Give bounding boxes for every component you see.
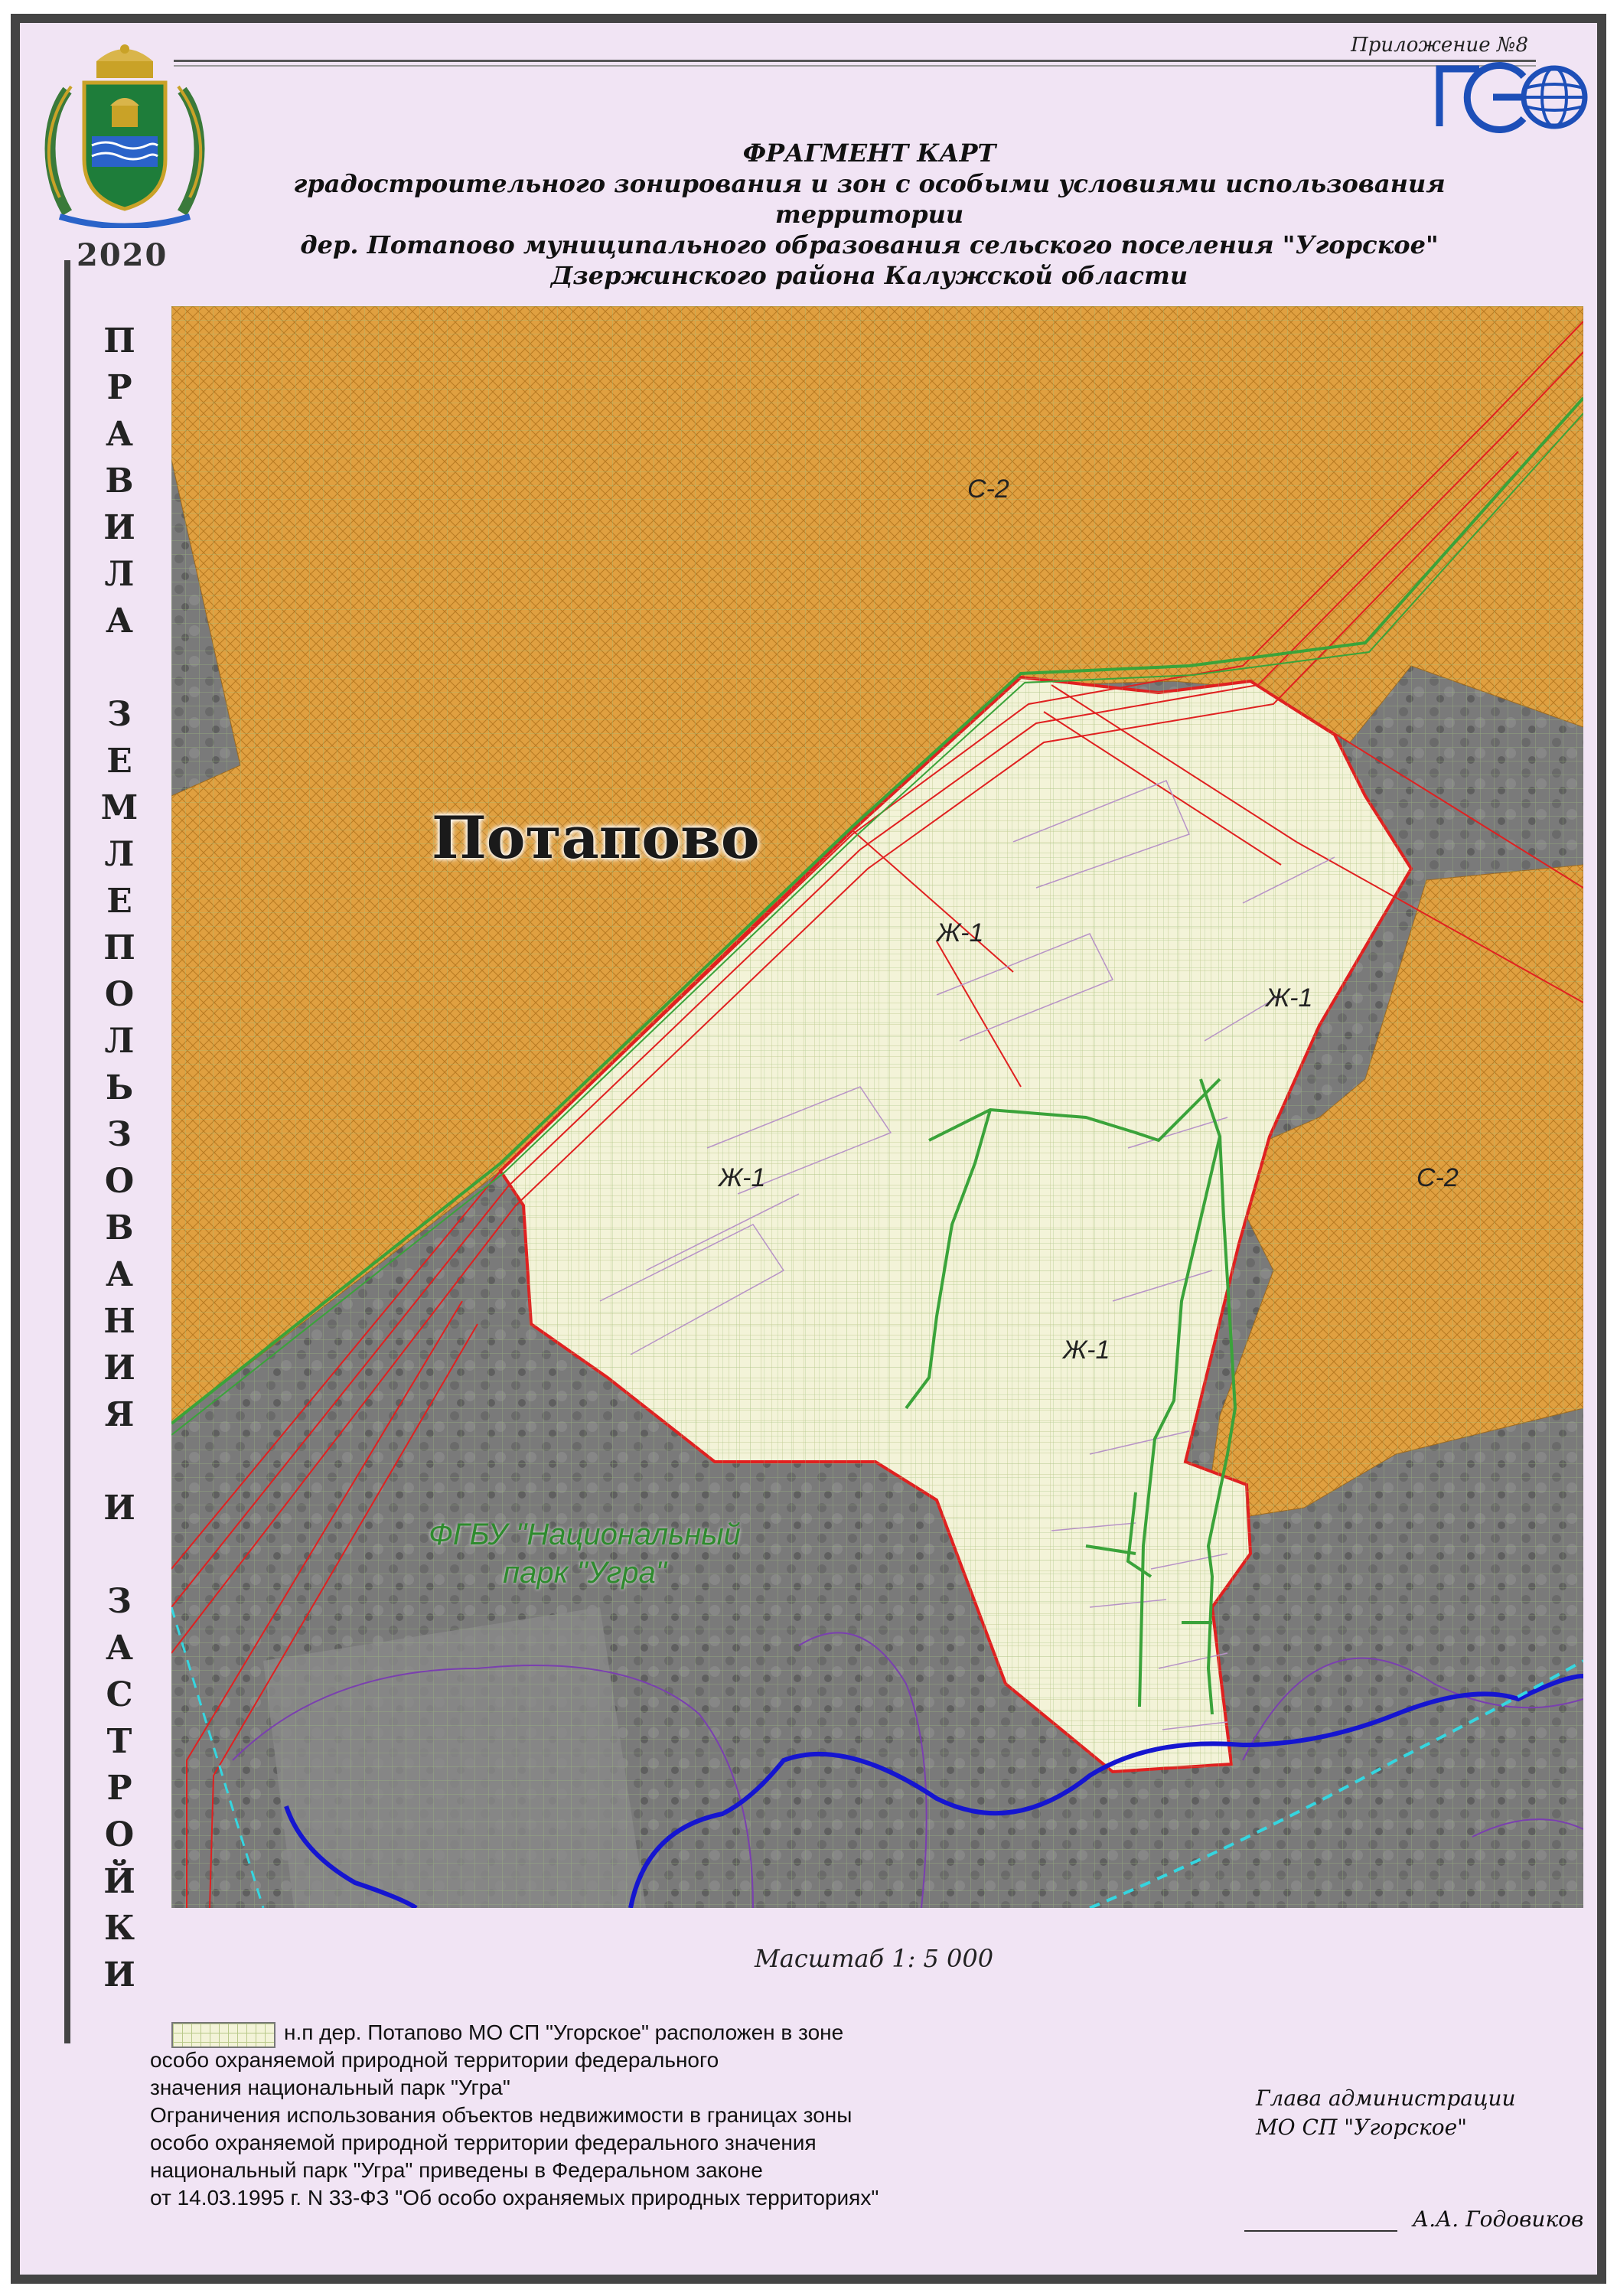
vertical-letter: А: [106, 1255, 133, 1294]
vertical-letter: С: [106, 1675, 133, 1714]
vertical-letter: А: [106, 602, 133, 641]
year-label: 2020: [77, 237, 168, 273]
vertical-letter: М: [100, 788, 139, 827]
vertical-letter: З: [107, 695, 132, 734]
settlement-label: Потапово: [432, 804, 760, 872]
signature-title: Глава администрации: [1256, 2086, 1516, 2111]
vertical-letter: А: [106, 1629, 133, 1668]
vertical-letter: Е: [106, 742, 132, 781]
zone-label-zh1: Ж-1: [1266, 983, 1313, 1013]
vertical-letter: Л: [104, 555, 135, 594]
signature-block: Глава администрации МО СП "Угорское": [1256, 2084, 1516, 2142]
title-line-3: дер. Потапово муниципального образования…: [300, 230, 1439, 259]
title-line-4: Дзержинского района Калужской области: [550, 261, 1188, 290]
map-sheet: 2020 Приложение №8 ФРАГМЕНТ КАРТ градост…: [11, 14, 1606, 2284]
map-title: ФРАГМЕНТ КАРТ градостроительного зониров…: [211, 138, 1527, 291]
vertical-letter: Р: [106, 368, 132, 407]
park-label: ФГБУ "Национальный парк "Угра": [347, 1515, 822, 1592]
title-line-2: градостроительного зонирования и зон с о…: [293, 169, 1446, 229]
vertical-letter: К: [103, 1909, 135, 1948]
geo-logo-icon: [1432, 54, 1593, 138]
vertical-letter: Л: [104, 835, 135, 874]
signature-blank: [1244, 2230, 1397, 2232]
vertical-letter: П: [103, 321, 135, 360]
vertical-letter: Л: [104, 1022, 135, 1061]
zone-label-zh1: Ж-1: [719, 1163, 766, 1192]
vertical-letter: Н: [103, 1302, 135, 1341]
vertical-letter: Е: [106, 882, 132, 921]
vertical-letter: И: [103, 1349, 135, 1388]
signature-org: МО СП "Угорское": [1256, 2115, 1468, 2140]
zoning-map[interactable]: Потапово С-2 С-2 Ж-1 Ж-1 Ж-1 Ж-1 ФГБУ "Н…: [171, 306, 1583, 1908]
vertical-letter: А: [106, 415, 133, 454]
vertical-letter: И: [103, 508, 135, 547]
legend-line: Ограничения использования объектов недви…: [150, 2103, 853, 2127]
title-line-1: ФРАГМЕНТ КАРТ: [742, 139, 996, 168]
zone-label-c2: С-2: [967, 475, 1009, 504]
vertical-letter: И: [103, 1955, 135, 1994]
vertical-title: П Р А В И Л А З Е М Л Е П О Л Ь З О В А …: [96, 318, 142, 1998]
vertical-letter: П: [103, 928, 135, 967]
legend-line: н.п дер. Потапово МО СП "Угорское" распо…: [284, 2020, 844, 2044]
vertical-letter: Р: [106, 1769, 132, 1808]
signature-line: А.А. Годовиков: [1244, 2206, 1583, 2232]
vertical-letter: О: [104, 975, 135, 1014]
vertical-letter: О: [104, 1815, 135, 1854]
zone-label-zh1: Ж-1: [1063, 1336, 1110, 1365]
scale-label: Масштаб 1: 5 000: [755, 1944, 994, 1973]
header-rule: [174, 60, 1536, 67]
vertical-letter: З: [107, 1115, 132, 1154]
legend-line: особо охраняемой природной территории фе…: [150, 2131, 817, 2154]
vertical-letter: Я: [104, 1395, 135, 1434]
vertical-letter: О: [104, 1162, 135, 1201]
vertical-letter: З: [107, 1582, 132, 1621]
legend: н.п дер. Потапово МО СП "Угорское" распо…: [150, 2019, 1168, 2212]
legend-line: особо охраняемой природной территории фе…: [150, 2048, 719, 2072]
vertical-letter: Й: [103, 1862, 135, 1901]
park-label-line-2: парк "Угра": [503, 1556, 667, 1590]
vertical-letter: Ь: [105, 1068, 134, 1107]
zone-label-zh1: Ж-1: [937, 918, 984, 947]
park-label-line-1: ФГБУ "Национальный: [429, 1518, 741, 1551]
signature-name: А.А. Годовиков: [1413, 2206, 1584, 2232]
side-decorative-bar: [64, 260, 70, 2043]
vertical-letter: Т: [106, 1722, 132, 1761]
zone-label-c2: С-2: [1417, 1163, 1459, 1192]
vertical-letter: И: [103, 1489, 135, 1528]
vertical-letter: В: [105, 1208, 134, 1247]
vertical-letter: В: [105, 461, 134, 501]
legend-line: значения национальный парк "Угра": [150, 2076, 510, 2099]
legend-line: от 14.03.1995 г. N 33-ФЗ "Об особо охран…: [150, 2186, 879, 2210]
legend-line: национальный парк "Угра" приведены в Фед…: [150, 2158, 763, 2182]
kaluga-coat-of-arms-icon: [37, 44, 213, 230]
park-overlay-grid: [171, 306, 1583, 1908]
